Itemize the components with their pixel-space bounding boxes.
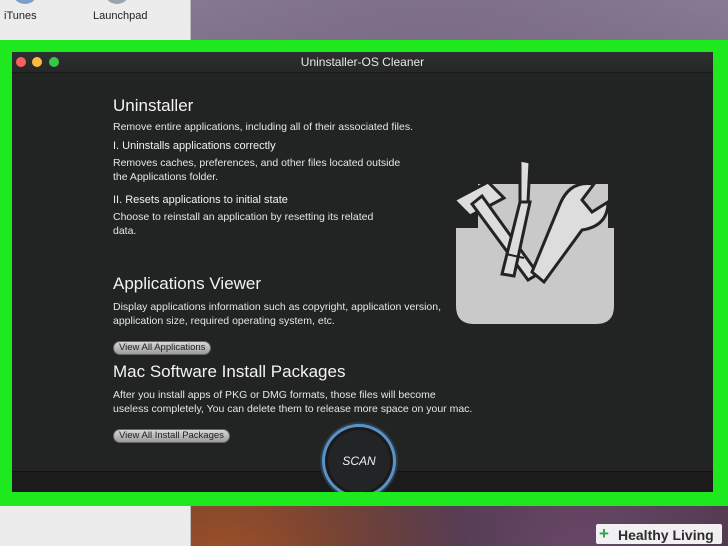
launchpad-label[interactable]: Launchpad bbox=[93, 10, 147, 22]
view-all-applications-button[interactable]: View All Applications bbox=[113, 341, 212, 355]
itunes-label[interactable]: iTunes bbox=[4, 10, 37, 22]
watermark-text: Healthy Living bbox=[618, 527, 714, 543]
itunes-icon[interactable] bbox=[12, 0, 38, 4]
install-packages-section: Mac Software Install Packages After you … bbox=[113, 362, 473, 443]
launchpad-icon[interactable] bbox=[104, 0, 130, 4]
scan-label: SCAN bbox=[342, 454, 376, 468]
title-bar[interactable]: Uninstaller-OS Cleaner bbox=[12, 52, 713, 73]
uninstaller-item2-title: II. Resets applications to initial state bbox=[113, 194, 288, 206]
plus-icon: + bbox=[599, 524, 609, 543]
scan-button[interactable]: SCAN bbox=[328, 430, 390, 492]
applications-viewer-heading: Applications Viewer bbox=[113, 274, 262, 293]
uninstaller-item1-title: I. Uninstalls applications correctly bbox=[113, 140, 276, 152]
install-packages-heading: Mac Software Install Packages bbox=[113, 362, 346, 381]
window-title: Uninstaller-OS Cleaner bbox=[300, 55, 425, 69]
toolbox-icon bbox=[451, 158, 614, 324]
install-packages-description: After you install apps of PKG or DMG for… bbox=[113, 389, 473, 415]
uninstaller-item2-desc: Choose to reinstall an application by re… bbox=[113, 211, 374, 237]
applications-viewer-section: Applications Viewer Display applications… bbox=[113, 274, 443, 355]
watermark: + Healthy Living bbox=[596, 524, 722, 544]
uninstaller-description: Remove entire applications, including al… bbox=[113, 121, 413, 133]
uninstaller-heading: Uninstaller bbox=[113, 96, 194, 115]
applications-viewer-description: Display applications information such as… bbox=[113, 301, 442, 327]
view-all-install-packages-button[interactable]: View All Install Packages bbox=[113, 429, 230, 443]
uninstaller-section: Uninstaller Remove entire applications, … bbox=[113, 96, 473, 238]
uninstaller-item1-desc: Removes caches, preferences, and other f… bbox=[113, 157, 401, 183]
app-window: Uninstaller-OS Cleaner Uninstaller Remov… bbox=[12, 52, 713, 492]
